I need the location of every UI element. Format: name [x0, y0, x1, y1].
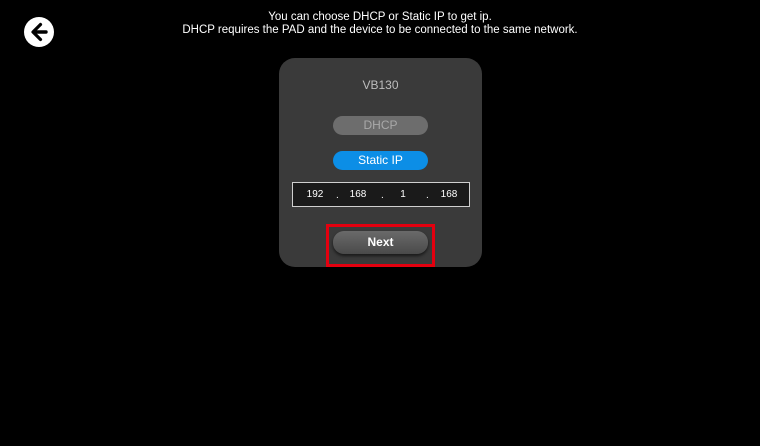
ip-octet-2[interactable]: 168: [342, 183, 374, 206]
ip-separator-dot: .: [336, 190, 339, 201]
ip-separator-dot: .: [381, 190, 384, 201]
ip-settings-panel: VB130 DHCP Static IP 192 . 168 . 1 . 168…: [279, 58, 482, 267]
ip-separator-dot: .: [426, 190, 429, 201]
static-ip-button[interactable]: Static IP: [333, 151, 428, 170]
network-setup-screen: You can choose DHCP or Static IP to get …: [0, 0, 760, 446]
dhcp-button[interactable]: DHCP: [333, 116, 428, 135]
instruction-line-1: You can choose DHCP or Static IP to get …: [268, 11, 492, 23]
instructions-text: You can choose DHCP or Static IP to get …: [0, 11, 760, 37]
instruction-line-2: DHCP requires the PAD and the device to …: [182, 24, 578, 36]
ip-octet-4[interactable]: 168: [433, 183, 465, 206]
device-name: VB130: [362, 78, 399, 92]
ip-octet-3[interactable]: 1: [387, 183, 419, 206]
ip-address-field: 192 . 168 . 1 . 168: [292, 182, 470, 207]
ip-octet-1[interactable]: 192: [299, 183, 331, 206]
next-button[interactable]: Next: [333, 231, 428, 254]
